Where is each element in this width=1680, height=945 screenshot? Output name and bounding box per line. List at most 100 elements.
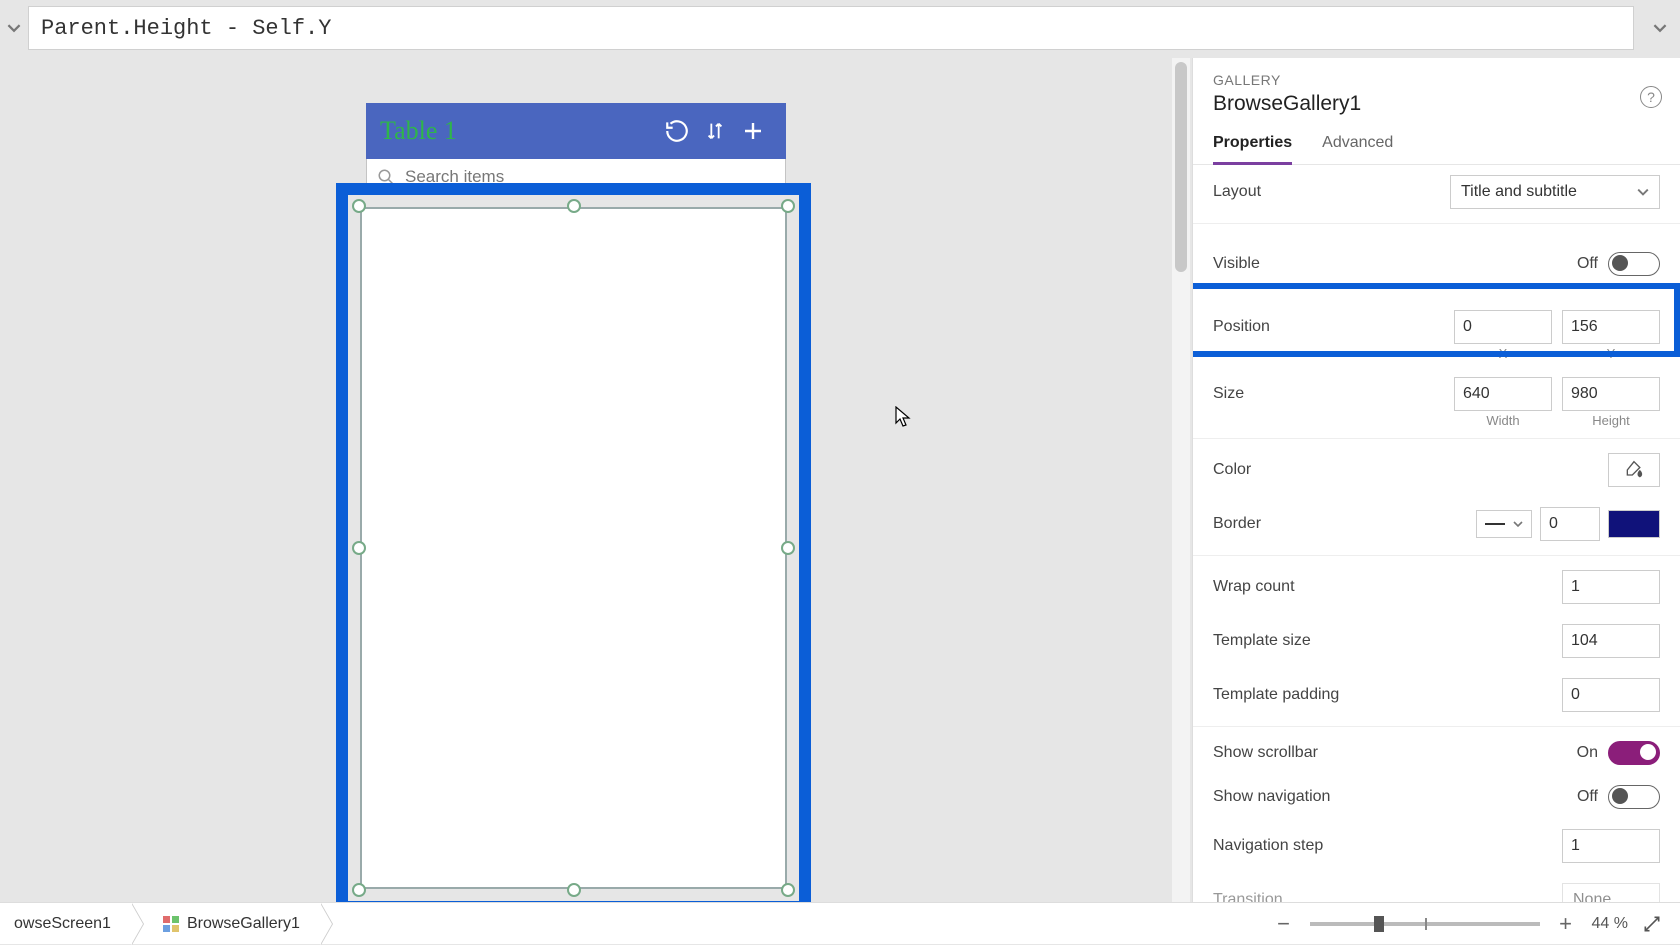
label-navigation-step: Navigation step — [1213, 837, 1562, 855]
position-x-input[interactable]: 0 — [1454, 310, 1552, 344]
resize-handle-tl[interactable] — [352, 199, 366, 213]
border-color-swatch[interactable] — [1608, 510, 1660, 538]
footer-bar: owseScreen1 BrowseGallery1 − + 44 % — [0, 902, 1680, 944]
add-icon[interactable] — [734, 119, 772, 143]
properties-list: Layout Title and subtitle Visible Off Po… — [1193, 165, 1680, 902]
breadcrumb-control-label: BrowseGallery1 — [187, 915, 300, 933]
formula-bar: Parent.Height - Self.Y — [0, 6, 1680, 50]
panel-header: GALLERY BrowseGallery1 ? — [1193, 58, 1680, 116]
zoom-percent: 44 % — [1592, 915, 1628, 933]
zoom-in-button[interactable]: + — [1554, 911, 1578, 937]
tab-properties[interactable]: Properties — [1213, 134, 1292, 165]
row-wrap-count: Wrap count 1 — [1193, 560, 1680, 614]
label-position: Position — [1213, 318, 1454, 336]
resize-handle-tr[interactable] — [781, 199, 795, 213]
wrap-count-input[interactable]: 1 — [1562, 570, 1660, 604]
row-color: Color — [1193, 443, 1680, 497]
resize-handle-ml[interactable] — [352, 541, 366, 555]
resize-handle-mr[interactable] — [781, 541, 795, 555]
row-position: Position 0 156 — [1193, 300, 1680, 346]
breadcrumb-screen[interactable]: owseScreen1 — [0, 903, 131, 945]
zoom-controls: − + 44 % — [1272, 911, 1680, 937]
canvas-scrollbar[interactable] — [1172, 58, 1190, 902]
formula-text: Parent.Height - Self.Y — [41, 16, 331, 41]
tab-advanced[interactable]: Advanced — [1322, 134, 1393, 164]
app-title: Table 1 — [380, 116, 658, 146]
position-sublabels: X Y — [1193, 346, 1680, 367]
resize-handle-bm[interactable] — [567, 883, 581, 897]
zoom-slider[interactable] — [1310, 922, 1540, 926]
scrollbar-thumb[interactable] — [1175, 62, 1187, 272]
help-icon[interactable]: ? — [1640, 86, 1662, 108]
label-visible: Visible — [1213, 255, 1577, 273]
color-picker-button[interactable] — [1608, 453, 1660, 487]
size-height-input[interactable]: 980 — [1562, 377, 1660, 411]
transition-value: None — [1573, 891, 1611, 902]
sort-icon[interactable] — [696, 120, 734, 142]
show-scrollbar-state: On — [1577, 744, 1598, 762]
label-transition: Transition — [1213, 891, 1562, 902]
properties-panel: GALLERY BrowseGallery1 ? Properties Adva… — [1192, 58, 1680, 902]
chevron-down-icon — [1653, 21, 1667, 35]
show-scrollbar-toggle[interactable] — [1608, 741, 1660, 765]
position-y-input[interactable]: 156 — [1562, 310, 1660, 344]
control-type-label: GALLERY — [1213, 72, 1660, 88]
sublabel-height: Height — [1562, 413, 1660, 428]
zoom-slider-thumb[interactable] — [1374, 916, 1384, 932]
gallery-body[interactable] — [360, 207, 787, 889]
layout-select[interactable]: Title and subtitle — [1450, 175, 1660, 209]
breadcrumb-control[interactable]: BrowseGallery1 — [149, 903, 320, 945]
show-navigation-state: Off — [1577, 788, 1598, 806]
resize-handle-br[interactable] — [781, 883, 795, 897]
row-size: Size 640 980 — [1193, 367, 1680, 413]
sublabel-width: Width — [1454, 413, 1552, 428]
expand-icon — [1642, 914, 1662, 934]
chevron-down-icon — [7, 21, 21, 35]
sublabel-x: X — [1454, 346, 1552, 361]
template-padding-input[interactable]: 0 — [1562, 678, 1660, 712]
fit-to-screen-button[interactable] — [1642, 914, 1662, 934]
border-width-input[interactable]: 0 — [1540, 507, 1600, 541]
label-border: Border — [1213, 515, 1476, 533]
label-show-scrollbar: Show scrollbar — [1213, 744, 1577, 762]
phone-preview: Table 1 Search items — [366, 103, 786, 195]
zoom-out-button[interactable]: − — [1272, 911, 1296, 937]
navigation-step-input[interactable]: 1 — [1562, 829, 1660, 863]
panel-tabs: Properties Advanced — [1193, 116, 1680, 165]
chevron-down-icon — [1637, 186, 1649, 198]
app-header: Table 1 — [366, 103, 786, 159]
row-transition: Transition None — [1193, 873, 1680, 902]
template-size-input[interactable]: 104 — [1562, 624, 1660, 658]
size-width-input[interactable]: 640 — [1454, 377, 1552, 411]
canvas-area[interactable]: Table 1 Search items — [0, 58, 1190, 902]
resize-handle-tm[interactable] — [567, 199, 581, 213]
control-name: BrowseGallery1 — [1213, 92, 1660, 116]
show-navigation-toggle[interactable] — [1608, 785, 1660, 809]
row-navigation-step: Navigation step 1 — [1193, 819, 1680, 873]
paint-icon — [1624, 460, 1644, 480]
property-dropdown[interactable] — [0, 6, 28, 50]
label-color: Color — [1213, 461, 1608, 479]
mouse-cursor — [895, 406, 913, 428]
selection-highlight — [336, 183, 811, 913]
visible-toggle[interactable] — [1608, 252, 1660, 276]
chevron-down-icon — [1513, 519, 1523, 529]
row-show-navigation: Show navigation Off — [1193, 775, 1680, 819]
size-sublabels: Width Height — [1193, 413, 1680, 434]
label-layout: Layout — [1213, 183, 1450, 201]
row-visible: Visible Off — [1193, 228, 1680, 300]
formula-input[interactable]: Parent.Height - Self.Y — [28, 6, 1634, 50]
row-layout: Layout Title and subtitle — [1193, 165, 1680, 219]
gallery-icon — [163, 916, 179, 932]
label-template-padding: Template padding — [1213, 686, 1562, 704]
refresh-icon[interactable] — [658, 118, 696, 144]
resize-handle-bl[interactable] — [352, 883, 366, 897]
formula-expand[interactable] — [1640, 21, 1680, 35]
transition-select[interactable]: None — [1562, 883, 1660, 902]
label-show-navigation: Show navigation — [1213, 788, 1577, 806]
border-style-select[interactable] — [1476, 510, 1532, 538]
breadcrumb-screen-label: owseScreen1 — [14, 915, 111, 933]
visible-state-text: Off — [1577, 255, 1598, 273]
label-size: Size — [1213, 385, 1454, 403]
row-template-padding: Template padding 0 — [1193, 668, 1680, 722]
